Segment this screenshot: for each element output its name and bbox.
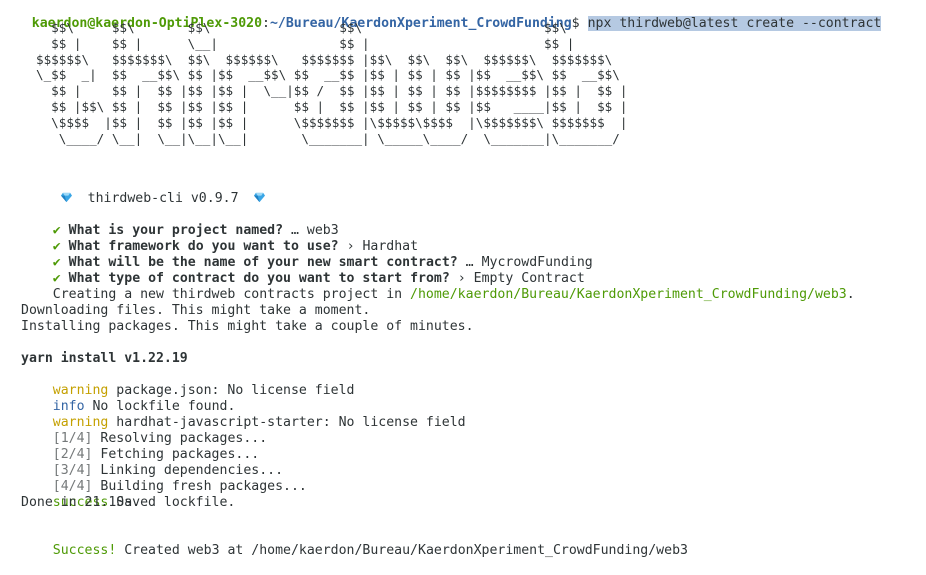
yarn-log-line: warning hardhat-javascript-starter: No l… [21,399,466,430]
cli-version: thirdweb-cli v0.9.7 [87,191,239,206]
terminal-window[interactable]: kaerdon@kaerdon-OptiPlex-3020:~/Bureau/K… [0,0,926,558]
downloading-line: Downloading files. This might take a mom… [21,303,371,318]
question-line: ✔ What type of contract do you want to s… [21,255,585,286]
command-text[interactable]: npx thirdweb@latest create --contract [587,16,882,31]
prompt-line: kaerdon@kaerdon-OptiPlex-3020:~/Bureau/K… [0,0,882,31]
creating-line: Creating a new thirdweb contracts projec… [21,271,855,302]
thirdweb-ascii-banner: $$\ $$\ $$\ $$\ $$\ $$ | $$ | \__| $$ | … [36,20,628,146]
final-success-line: Success! Created web3 at /home/kaerdon/B… [21,527,688,558]
question-line: ✔ What is your project named? … web3 [21,207,339,238]
creating-end: . [846,287,855,302]
question-line: ✔ What will be the name of your new smar… [21,239,593,270]
yarn-log-line: [1/4] Resolving packages... [21,415,267,446]
gem-icon [254,192,266,203]
gem-icon [60,192,72,203]
cli-version-line: thirdweb-cli v0.9.7 [29,175,266,206]
yarn-log-line: info No lockfile found. [21,383,236,414]
yarn-log-line: warning package.json: No license field [21,367,355,398]
yarn-log-line: [4/4] Building fresh packages... [21,463,307,494]
yarn-log-line: success Saved lockfile. [21,479,236,510]
creating-path: /home/kaerdon/Bureau/KaerdonXperiment_Cr… [410,287,847,302]
yarn-log-line: [2/4] Fetching packages... [21,431,259,462]
yarn-header: yarn install v1.22.19 [21,351,188,366]
question-line: ✔ What framework do you want to use? › H… [21,223,418,254]
creating-text: Creating a new thirdweb contracts projec… [52,287,411,302]
yarn-done-line: Done in 21.10s. [21,495,141,510]
yarn-log-line: [3/4] Linking dependencies... [21,447,283,478]
installing-line: Installing packages. This might take a c… [21,319,474,334]
